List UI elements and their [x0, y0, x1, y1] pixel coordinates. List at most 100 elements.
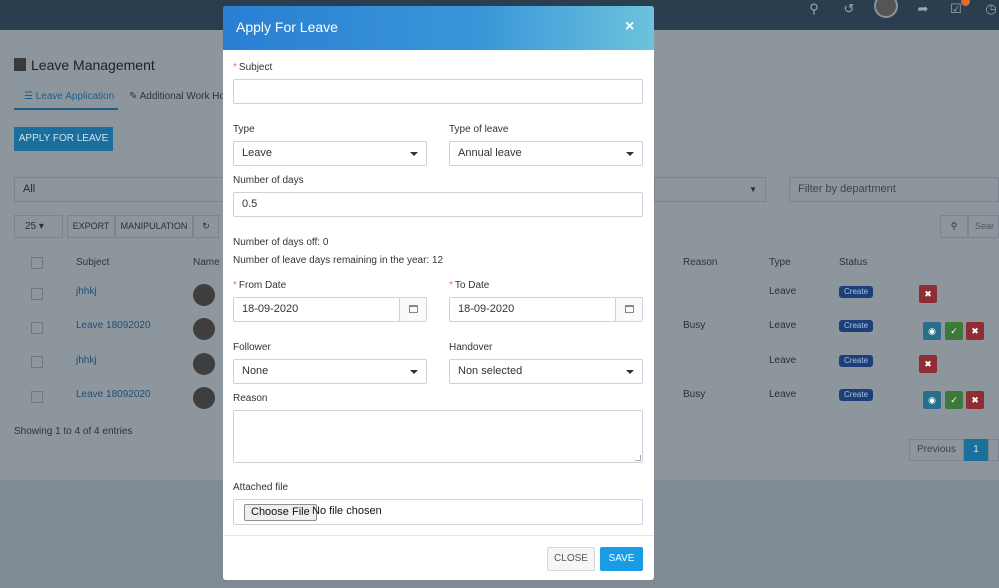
page-size-select[interactable]: 25 ▾ — [14, 215, 63, 238]
column-header-reason: Reason — [683, 257, 718, 268]
select-all-checkbox[interactable] — [31, 257, 43, 269]
remaining-days-text: Number of leave days remaining in the ye… — [233, 255, 444, 266]
clock-icon[interactable]: ◷ — [982, 0, 999, 18]
calendar-button[interactable] — [399, 298, 426, 321]
row-type: Leave — [769, 355, 797, 366]
type-of-leave-label: Type of leave — [449, 124, 509, 135]
refresh-icon[interactable]: ↻ — [193, 215, 219, 238]
view-icon[interactable]: ◉ — [923, 322, 941, 340]
row-subject-link[interactable]: jhhkj — [76, 286, 97, 297]
to-date-field[interactable]: 18-09-2020 — [449, 297, 643, 322]
chevron-down-icon — [626, 152, 634, 156]
type-select[interactable]: Leave — [233, 141, 427, 166]
choose-file-button[interactable]: Choose File — [244, 504, 317, 521]
avatar — [193, 318, 215, 340]
row-reason: Busy — [683, 320, 706, 331]
row-checkbox[interactable] — [31, 391, 43, 403]
page-title: Leave Management — [14, 57, 155, 73]
row-checkbox[interactable] — [31, 322, 43, 334]
calendar-icon — [409, 305, 418, 313]
chevron-down-icon — [626, 370, 634, 374]
from-date-field[interactable]: 18-09-2020 — [233, 297, 427, 322]
approve-icon[interactable]: ✓ — [945, 391, 963, 409]
subject-label: * Subject — [233, 62, 273, 73]
chevron-down-icon — [410, 370, 418, 374]
search-icon[interactable]: ⚲ — [940, 215, 968, 238]
column-header-type: Type — [769, 257, 791, 268]
row-subject-link[interactable]: jhhkj — [76, 355, 97, 366]
notification-badge — [961, 0, 970, 6]
column-header-status: Status — [839, 257, 868, 268]
row-checkbox[interactable] — [31, 356, 43, 368]
avatar — [193, 387, 215, 409]
copy-icon — [14, 58, 26, 71]
tab-additional-work-hours[interactable]: ✎ Additional Work Ho — [129, 91, 225, 102]
delete-icon[interactable]: ✖ — [919, 285, 937, 303]
row-subject-link[interactable]: Leave 18092020 — [76, 320, 151, 331]
days-input[interactable]: 0.5 — [233, 192, 643, 217]
days-label: Number of days — [233, 175, 304, 186]
follower-select[interactable]: None — [233, 359, 427, 384]
divider — [223, 535, 654, 536]
row-reason: Busy — [683, 389, 706, 400]
active-tab-indicator — [14, 108, 118, 110]
delete-icon[interactable]: ✖ — [966, 391, 984, 409]
days-off-text: Number of days off: 0 — [233, 237, 329, 248]
follower-label: Follower — [233, 342, 271, 353]
type-of-leave-select[interactable]: Annual leave — [449, 141, 643, 166]
status-badge: Create — [839, 389, 874, 401]
row-type: Leave — [769, 320, 797, 331]
tab-leave-application[interactable]: ☰ Leave Application — [24, 91, 114, 102]
modal-header: Apply For Leave × — [223, 6, 654, 50]
export-button[interactable]: EXPORT — [67, 215, 115, 238]
attached-file-label: Attached file — [233, 482, 289, 493]
resize-handle[interactable] — [635, 455, 641, 461]
row-type: Leave — [769, 389, 797, 400]
apply-for-leave-button[interactable]: APPLY FOR LEAVE — [14, 127, 113, 151]
handover-select[interactable]: Non selected — [449, 359, 643, 384]
user-avatar[interactable] — [874, 0, 898, 18]
status-badge: Create — [839, 286, 874, 298]
modal-title: Apply For Leave — [236, 19, 338, 35]
handover-label: Handover — [449, 342, 493, 353]
apply-leave-modal: Apply For Leave × * Subject Type Leave Ty… — [223, 6, 654, 580]
filter-select-2[interactable]: ▼ — [654, 177, 766, 202]
type-label: Type — [233, 124, 255, 135]
reason-textarea[interactable] — [233, 410, 643, 463]
search-input[interactable]: Sear — [968, 215, 999, 238]
pagination-previous[interactable]: Previous — [909, 439, 964, 461]
filter-department-select[interactable]: Filter by department — [789, 177, 999, 202]
row-type: Leave — [769, 286, 797, 297]
reason-label: Reason — [233, 393, 268, 404]
column-header-name: Name — [193, 257, 220, 268]
manipulation-button[interactable]: MANIPULATION — [115, 215, 193, 238]
avatar — [193, 284, 215, 306]
status-badge: Create — [839, 355, 874, 367]
save-button[interactable]: SAVE — [600, 547, 643, 571]
avatar — [193, 353, 215, 375]
pagination-page[interactable]: 1 — [964, 439, 988, 461]
pagination-next[interactable] — [988, 439, 999, 461]
delete-icon[interactable]: ✖ — [966, 322, 984, 340]
approve-icon[interactable]: ✓ — [945, 322, 963, 340]
chevron-down-icon — [410, 152, 418, 156]
status-badge: Create — [839, 320, 874, 332]
close-icon[interactable]: × — [625, 18, 634, 36]
subject-input[interactable] — [233, 79, 643, 104]
delete-icon[interactable]: ✖ — [919, 355, 937, 373]
view-icon[interactable]: ◉ — [923, 391, 941, 409]
share-icon[interactable]: ➦ — [914, 0, 932, 18]
filter-all-select[interactable]: All — [14, 177, 234, 202]
file-status: No file chosen — [312, 505, 382, 517]
table-info: Showing 1 to 4 of 4 entries — [14, 426, 133, 437]
search-icon[interactable]: ⚲ — [805, 0, 823, 18]
row-checkbox[interactable] — [31, 288, 43, 300]
calendar-icon — [625, 305, 634, 313]
to-date-label: * To Date — [449, 280, 490, 291]
calendar-button[interactable] — [615, 298, 642, 321]
from-date-label: * From Date — [233, 280, 287, 291]
row-subject-link[interactable]: Leave 18092020 — [76, 389, 151, 400]
history-icon[interactable]: ↺ — [840, 0, 858, 18]
file-input[interactable]: Choose File No file chosen — [233, 499, 643, 525]
close-button[interactable]: CLOSE — [547, 547, 595, 571]
